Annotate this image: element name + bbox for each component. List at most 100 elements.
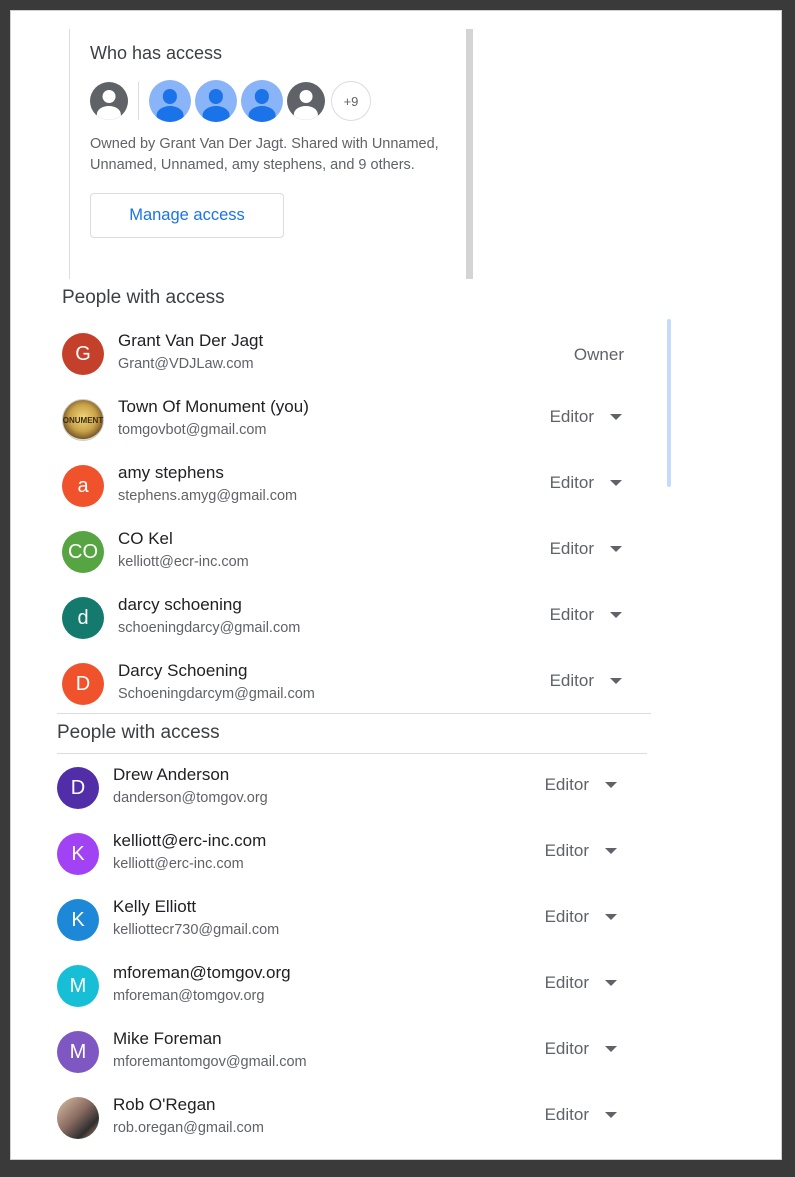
- role-label: Editor: [549, 407, 594, 426]
- divider: [57, 753, 647, 754]
- person-email: mforeman@tomgov.org: [113, 988, 265, 1004]
- role-label: Editor: [544, 1105, 589, 1124]
- unnamed-person-icon: [149, 80, 191, 122]
- person-name: Kelly Elliott: [113, 897, 197, 916]
- town-logo-avatar: ONUMENT: [62, 399, 104, 441]
- avatar: M: [57, 965, 99, 1007]
- person-row: CO CO Kel kelliott@ecr-inc.com Editor: [62, 519, 652, 585]
- role-dropdown[interactable]: Editor: [545, 907, 617, 927]
- who-has-access-title: Who has access: [90, 43, 223, 63]
- person-email: rob.oregan@gmail.com: [113, 1120, 264, 1136]
- people-list-1: G Grant Van Der Jagt Grant@VDJLaw.com Ow…: [62, 321, 652, 717]
- person-email: schoeningdarcy@gmail.com: [118, 620, 301, 636]
- person-email: kelliottecr730@gmail.com: [113, 922, 280, 938]
- role-dropdown[interactable]: Editor: [550, 605, 622, 625]
- avatar: M: [57, 1031, 99, 1073]
- logo-lettering: ONUMENT: [62, 415, 104, 425]
- people-with-access-heading: People with access: [57, 722, 220, 743]
- chevron-down-icon: [605, 1112, 617, 1118]
- chevron-down-icon: [605, 782, 617, 788]
- person-email: mforemantomgov@gmail.com: [113, 1054, 307, 1070]
- avatar: d: [62, 597, 104, 639]
- person-email: danderson@tomgov.org: [113, 790, 268, 806]
- chevron-down-icon: [605, 1046, 617, 1052]
- chevron-down-icon: [610, 480, 622, 486]
- role-label: Editor: [544, 973, 589, 992]
- person-name: Grant Van Der Jagt: [118, 331, 264, 350]
- role-label: Editor: [544, 1039, 589, 1058]
- chevron-down-icon: [605, 848, 617, 854]
- role-label: Editor: [544, 775, 589, 794]
- list-scrollbar[interactable]: [667, 319, 671, 487]
- divider: [57, 713, 651, 714]
- person-name: Rob O'Regan: [113, 1095, 216, 1114]
- person-email: Schoeningdarcym@gmail.com: [118, 686, 315, 702]
- person-name: mforeman@tomgov.org: [113, 963, 291, 982]
- avatar: a: [62, 465, 104, 507]
- role-dropdown[interactable]: Editor: [550, 539, 622, 559]
- unnamed-person-icon: [195, 80, 237, 122]
- role-dropdown[interactable]: Editor: [545, 1039, 617, 1059]
- avatar: D: [62, 663, 104, 705]
- role-label: Editor: [549, 671, 594, 690]
- person-name: darcy schoening: [118, 595, 242, 614]
- person-row: G Grant Van Der Jagt Grant@VDJLaw.com Ow…: [62, 321, 652, 387]
- person-row: D Darcy Schoening Schoeningdarcym@gmail.…: [62, 651, 652, 717]
- person-email: kelliott@ecr-inc.com: [118, 554, 249, 570]
- avatar: CO: [62, 531, 104, 573]
- person-row: K Kelly Elliott kelliottecr730@gmail.com…: [57, 887, 647, 953]
- person-name: Mike Foreman: [113, 1029, 222, 1048]
- person-name: kelliott@erc-inc.com: [113, 831, 267, 850]
- avatar-divider: [138, 82, 139, 120]
- person-email: kelliott@erc-inc.com: [113, 856, 244, 872]
- person-name: Drew Anderson: [113, 765, 230, 784]
- chevron-down-icon: [610, 612, 622, 618]
- who-has-access-card: Who has access +9 Owned by Grant Van Der…: [69, 29, 473, 279]
- role-label: Editor: [544, 841, 589, 860]
- role-dropdown[interactable]: Editor: [550, 473, 622, 493]
- role-dropdown[interactable]: Editor: [545, 841, 617, 861]
- people-list-2: D Drew Anderson danderson@tomgov.org Edi…: [57, 755, 647, 1151]
- profile-photo-avatar: [57, 1097, 99, 1139]
- avatar: D: [57, 767, 99, 809]
- chevron-down-icon: [610, 546, 622, 552]
- access-description: Owned by Grant Van Der Jagt. Shared with…: [90, 136, 439, 173]
- role-dropdown[interactable]: Editor: [550, 671, 622, 691]
- role-dropdown[interactable]: Editor: [545, 775, 617, 795]
- person-name: Darcy Schoening: [118, 661, 248, 680]
- role-dropdown[interactable]: Editor: [550, 407, 622, 427]
- role-label: Owner: [573, 345, 624, 364]
- chevron-down-icon: [610, 414, 622, 420]
- avatar: G: [62, 333, 104, 375]
- person-icon: [287, 82, 325, 120]
- chevron-down-icon: [610, 678, 622, 684]
- avatar: K: [57, 833, 99, 875]
- role-label: Editor: [549, 539, 594, 558]
- role-label: Editor: [549, 605, 594, 624]
- role-dropdown[interactable]: Editor: [545, 973, 617, 993]
- person-row: M Mike Foreman mforemantomgov@gmail.com …: [57, 1019, 647, 1085]
- person-email: tomgovbot@gmail.com: [118, 422, 267, 438]
- role-label: Editor: [549, 473, 594, 492]
- role-label: Editor: [544, 907, 589, 926]
- person-row: K kelliott@erc-inc.com kelliott@erc-inc.…: [57, 821, 647, 887]
- person-name: Town Of Monument (you): [118, 397, 309, 416]
- access-avatar-row: +9: [90, 80, 473, 122]
- person-row: d darcy schoening schoeningdarcy@gmail.c…: [62, 585, 652, 651]
- person-email: Grant@VDJLaw.com: [118, 356, 254, 372]
- card-scrollbar[interactable]: [466, 29, 473, 279]
- chevron-down-icon: [605, 914, 617, 920]
- unnamed-person-icon: [241, 80, 283, 122]
- person-email: stephens.amyg@gmail.com: [118, 488, 298, 504]
- people-with-access-heading: People with access: [62, 287, 225, 308]
- role-dropdown[interactable]: Editor: [545, 1105, 617, 1125]
- person-row: D Drew Anderson danderson@tomgov.org Edi…: [57, 755, 647, 821]
- manage-access-button[interactable]: Manage access: [90, 193, 284, 238]
- sharing-panel: Who has access +9 Owned by Grant Van Der…: [10, 10, 782, 1160]
- avatar: K: [57, 899, 99, 941]
- more-people-badge: +9: [331, 81, 371, 121]
- person-row: ONUMENT Town Of Monument (you) tomgovbot…: [62, 387, 652, 453]
- person-row: M mforeman@tomgov.org mforeman@tomgov.or…: [57, 953, 647, 1019]
- owner-person-icon: [90, 82, 128, 120]
- owner-role-label: Owner: [574, 345, 624, 365]
